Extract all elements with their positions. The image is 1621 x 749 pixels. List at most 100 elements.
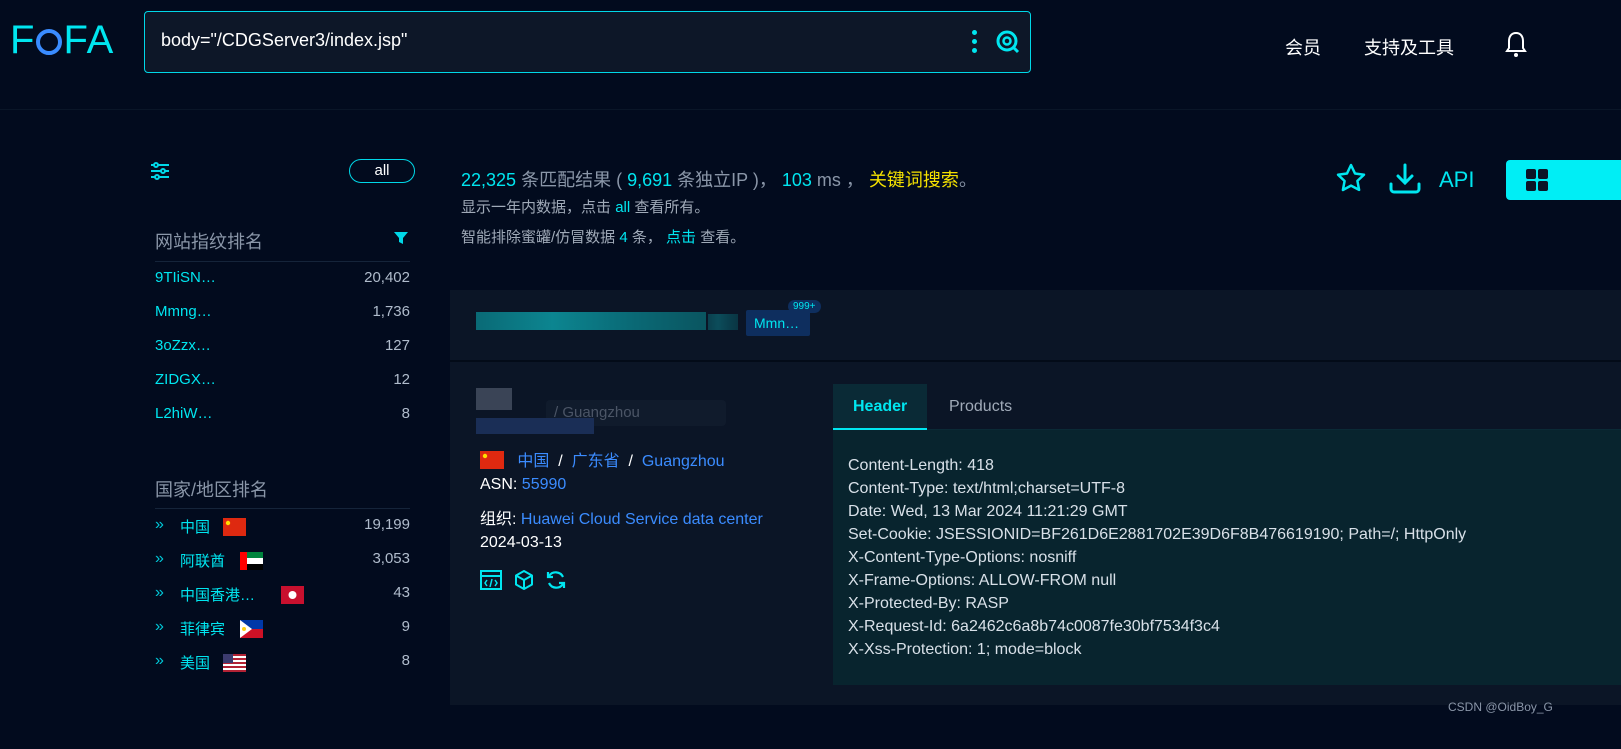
refresh-icon[interactable] <box>545 569 567 591</box>
country-ranking-title: 国家/地区排名 <box>155 480 269 500</box>
country-name[interactable]: 阿联酋 <box>180 550 225 571</box>
country-name[interactable]: 中国 <box>180 516 210 537</box>
asn-line: ASN: 55990 <box>480 476 566 494</box>
cube-icon[interactable] <box>514 570 534 590</box>
fingerprint-item[interactable]: 9TIiSN… 20,402 <box>155 269 410 293</box>
filter-settings-icon[interactable] <box>150 162 170 180</box>
unique-label: 条独立IP )， <box>677 170 777 190</box>
chevrons-right-icon: » <box>155 550 164 567</box>
separator: / <box>628 453 633 470</box>
download-icon[interactable] <box>1388 162 1422 196</box>
fingerprint-item[interactable]: ZIDGX… 12 <box>155 371 410 395</box>
chevrons-right-icon: » <box>155 516 164 533</box>
code-icon[interactable] <box>480 570 502 590</box>
honeypot-note: 智能排除蜜罐/仿冒数据 4 条， 点击 查看。 <box>461 226 745 247</box>
asn-label: ASN: <box>480 476 518 493</box>
nav-member[interactable]: 会员 <box>1285 34 1321 60</box>
all-button[interactable]: all <box>349 159 415 183</box>
fingerprint-ranking-title: 网站指纹排名 <box>155 232 263 252</box>
fingerprint-item[interactable]: Mmng… 1,736 <box>155 303 410 327</box>
divider <box>155 508 410 509</box>
flag-cn-icon <box>223 518 246 536</box>
location-line: 中国 / 广东省 / Guangzhou <box>480 447 725 471</box>
note-text: 智能排除蜜罐/仿冒数据 <box>461 229 616 246</box>
bell-icon[interactable] <box>1503 30 1529 58</box>
fingerprint-name[interactable]: 9TIiSN… <box>155 269 216 286</box>
org-link[interactable]: Huawei Cloud Service data center <box>521 511 763 528</box>
country-count: 8 <box>401 652 410 669</box>
all-link[interactable]: all <box>615 199 630 216</box>
header-line: X-Xss-Protection: 1; mode=block <box>848 641 1082 658</box>
unique-ip-count: 9,691 <box>627 170 673 190</box>
star-icon[interactable] <box>1335 162 1367 194</box>
search-icon[interactable] <box>995 29 1021 55</box>
search-input[interactable] <box>161 30 941 51</box>
fingerprint-item[interactable]: L2hiW… 8 <box>155 405 410 429</box>
api-button[interactable]: API <box>1439 167 1474 193</box>
note-text: 查看。 <box>700 229 746 246</box>
header-line: X-Frame-Options: ALLOW-FROM null <box>848 572 1117 589</box>
date: 2024-03-13 <box>480 534 562 551</box>
country-item[interactable]: » 美国 8 <box>155 652 410 676</box>
asn-link[interactable]: 55990 <box>522 476 567 493</box>
tab-header[interactable]: Header <box>833 384 928 430</box>
grid-view-button[interactable] <box>1506 160 1621 200</box>
country-name[interactable]: 菲律宾 <box>180 618 225 639</box>
redacted-ip <box>476 388 512 410</box>
total-label: 条匹配结果 ( <box>521 170 623 190</box>
one-year-note: 显示一年内数据，点击 all 查看所有。 <box>461 196 709 217</box>
country-link[interactable]: 中国 <box>517 453 549 470</box>
fingerprint-name[interactable]: L2hiW… <box>155 405 213 422</box>
header-line: Date: Wed, 13 Mar 2024 11:21:29 GMT <box>848 503 1128 520</box>
result-header: Mmn… 999+ <box>450 290 1621 362</box>
tab-products[interactable]: Products <box>929 384 1032 430</box>
header-line: X-Protected-By: RASP <box>848 595 1009 612</box>
header-panel: Content-Length: 418 Content-Type: text/h… <box>833 430 1621 685</box>
header-line: X-Request-Id: 6a2462c6a8b74c0087fe30bf75… <box>848 618 1220 635</box>
fingerprint-name[interactable]: Mmng… <box>155 303 212 320</box>
province-link[interactable]: 广东省 <box>572 453 620 470</box>
country-item[interactable]: » 中国香港… 43 <box>155 584 410 608</box>
fingerprint-item[interactable]: 3oZzx… 127 <box>155 337 410 361</box>
country-item[interactable]: » 中国 19,199 <box>155 516 410 540</box>
grid-icon <box>1526 169 1548 191</box>
header-line: Content-Type: text/html;charset=UTF-8 <box>848 480 1125 497</box>
fingerprint-name[interactable]: 3oZzx… <box>155 337 211 354</box>
note-text: 显示一年内数据，点击 <box>461 199 612 216</box>
divider <box>155 261 410 262</box>
flag-ae-icon <box>240 552 263 570</box>
product-tag[interactable]: Mmn… <box>746 310 810 336</box>
watermark: CSDN @OidBoy_G <box>1448 700 1553 714</box>
search-box <box>144 11 1031 73</box>
country-count: 9 <box>401 618 410 635</box>
country-item[interactable]: » 阿联酋 3,053 <box>155 550 410 574</box>
country-count: 43 <box>393 584 410 601</box>
result-card: Mmn… 999+ / Guangzhou 中国 / 广东省 / Guangzh… <box>450 290 1621 705</box>
flag-ph-icon <box>240 620 263 638</box>
fingerprint-name[interactable]: ZIDGX… <box>155 371 216 388</box>
separator: / <box>558 453 563 470</box>
funnel-icon[interactable] <box>393 231 409 245</box>
query-time: 103 <box>781 170 812 190</box>
click-link[interactable]: 点击 <box>666 229 696 246</box>
country-name[interactable]: 美国 <box>180 652 210 673</box>
count-badge: 999+ <box>788 300 821 313</box>
keyword-search-link[interactable]: 关键词搜索 <box>869 170 959 190</box>
org-line: 组织: Huawei Cloud Service data center <box>480 505 763 529</box>
detail-tabs: Header Products <box>833 384 1621 430</box>
fingerprint-count: 20,402 <box>364 269 410 286</box>
country-item[interactable]: » 菲律宾 9 <box>155 618 410 642</box>
country-name[interactable]: 中国香港… <box>180 584 255 605</box>
note-text: 查看所有。 <box>634 199 710 216</box>
nav-tools[interactable]: 支持及工具 <box>1364 34 1454 60</box>
city-link[interactable]: Guangzhou <box>642 453 725 470</box>
more-options-icon[interactable] <box>972 30 978 57</box>
fofa-logo[interactable]: F FA <box>10 18 114 63</box>
fingerprint-count: 1,736 <box>372 303 410 320</box>
fingerprint-count: 8 <box>401 405 410 422</box>
chevrons-right-icon: » <box>155 584 164 601</box>
redacted-host <box>476 312 706 330</box>
flag-cn-icon <box>480 451 504 469</box>
flag-us-icon <box>223 654 246 672</box>
chevrons-right-icon: » <box>155 652 164 669</box>
